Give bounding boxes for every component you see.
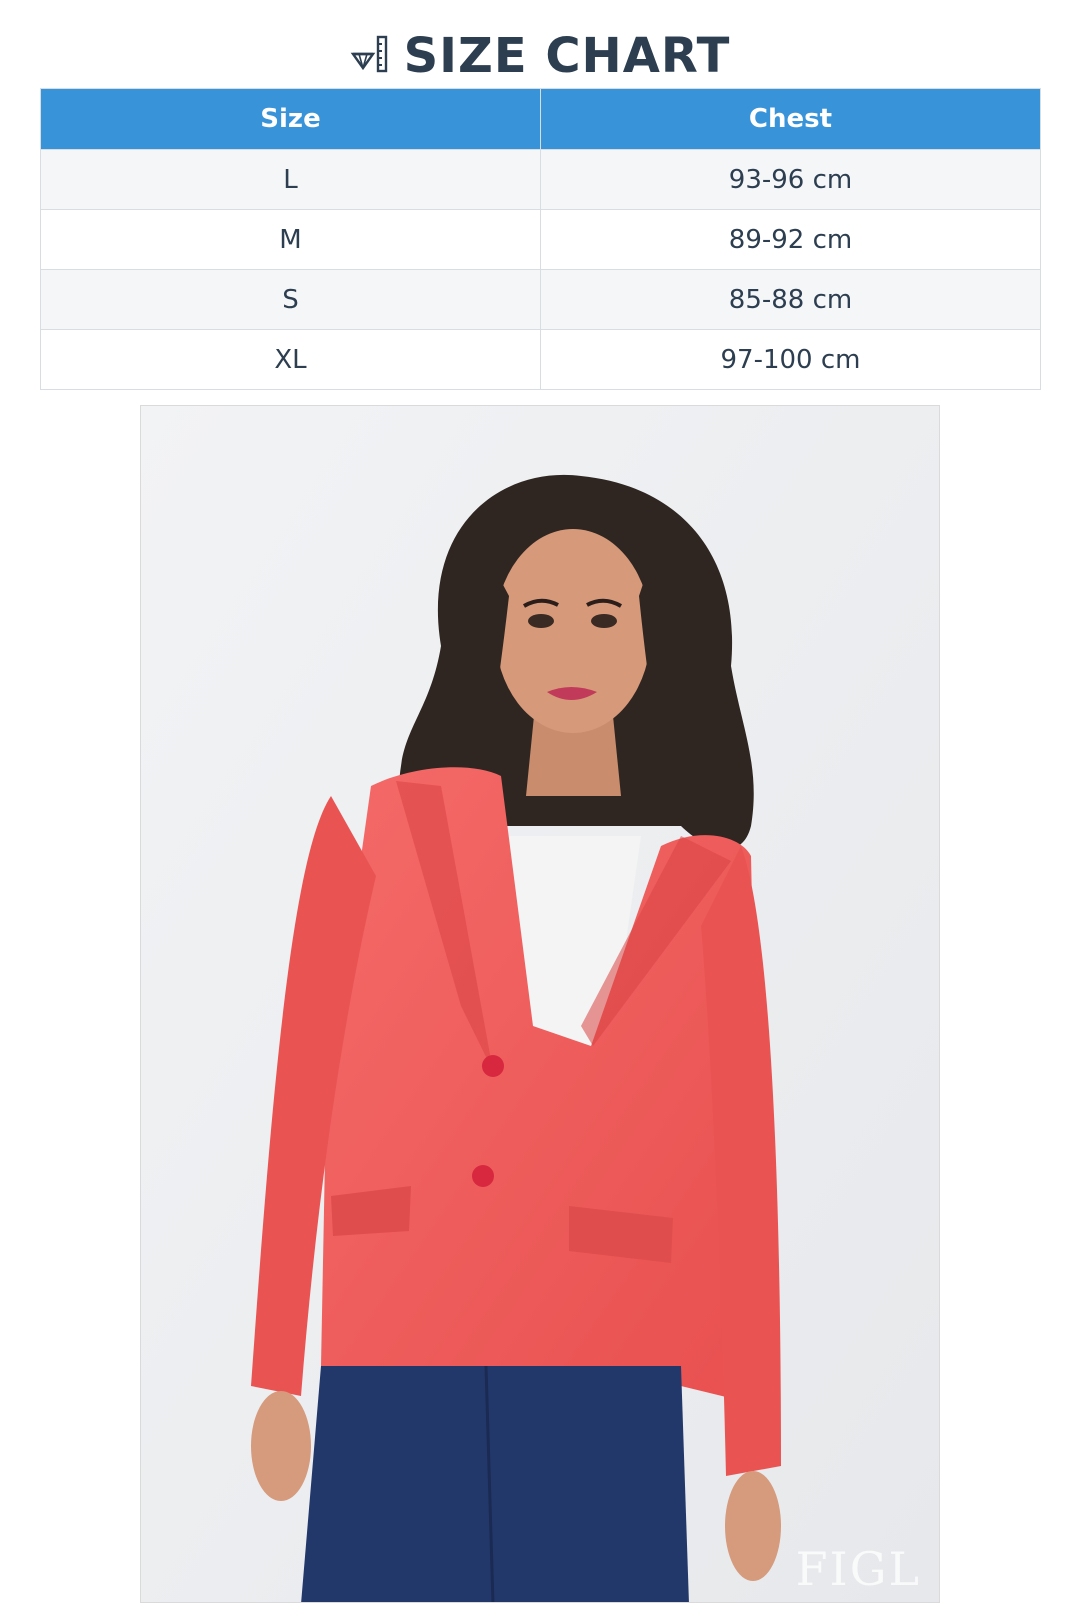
size-cell: L: [40, 149, 541, 210]
column-header-chest: Chest: [540, 88, 1041, 150]
chest-cell: 97-100 cm: [540, 329, 1041, 390]
size-chart-heading: SIZE CHART: [0, 26, 1080, 86]
table-row: M 89-92 cm: [40, 209, 1041, 270]
ruler-diamond-icon: [350, 34, 390, 78]
brand-watermark: FIGL: [795, 1542, 921, 1596]
size-cell: XL: [40, 329, 541, 390]
table-row: S 85-88 cm: [40, 269, 1041, 330]
chest-cell: 93-96 cm: [540, 149, 1041, 210]
size-cell: S: [40, 269, 541, 330]
model-illustration: [141, 406, 939, 1602]
column-header-size: Size: [40, 88, 541, 150]
page-title: SIZE CHART: [403, 28, 731, 84]
chest-cell: 85-88 cm: [540, 269, 1041, 330]
table-row: XL 97-100 cm: [40, 329, 1041, 390]
size-cell: M: [40, 209, 541, 270]
chest-cell: 89-92 cm: [540, 209, 1041, 270]
product-photo: FIGL: [140, 405, 940, 1603]
table-row: L 93-96 cm: [40, 149, 1041, 210]
table-header-row: Size Chest: [40, 88, 1041, 150]
size-table: Size Chest L 93-96 cm M 89-92 cm S 85-88…: [40, 88, 1041, 390]
